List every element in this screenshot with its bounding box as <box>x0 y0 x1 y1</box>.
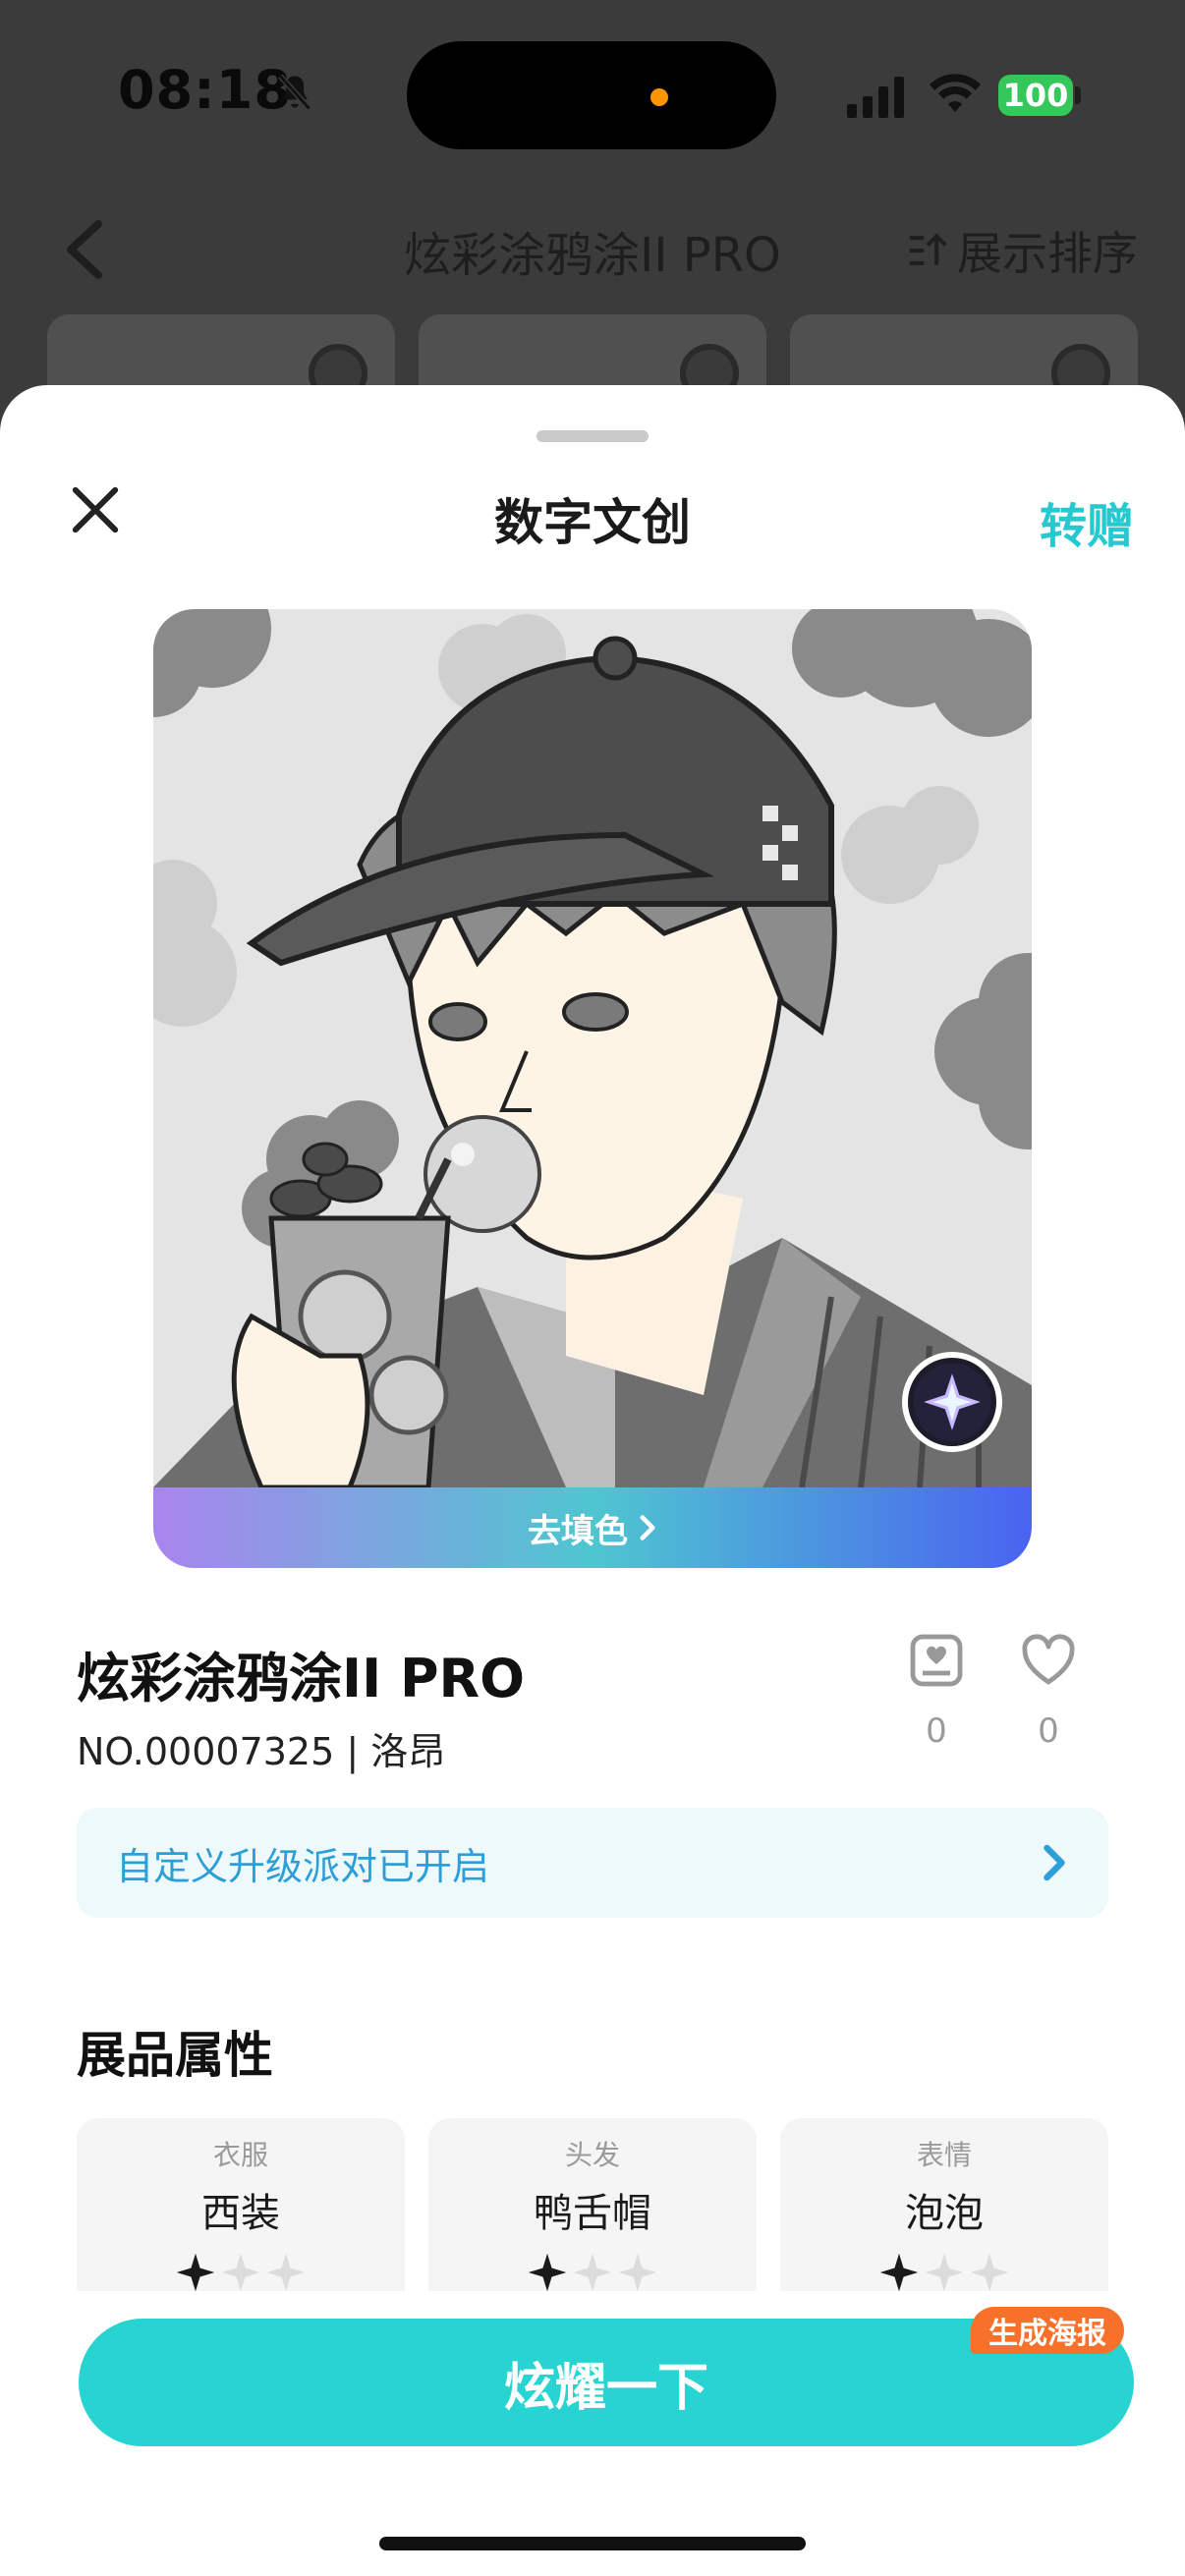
star-icon <box>573 2253 612 2292</box>
attribute-label: 衣服 <box>212 2139 268 2171</box>
like-button[interactable]: 0 <box>1014 1631 1083 1751</box>
star-icon <box>266 2253 306 2292</box>
gift-button[interactable]: 转赠 <box>1040 487 1134 556</box>
collect-icon <box>910 1634 963 1687</box>
battery-indicator: 100 <box>998 75 1073 116</box>
party-banner-text: 自定义升级派对已开启 <box>116 1844 490 1888</box>
attribute-card: 头发 鸭舌帽 <box>428 2118 757 2315</box>
star-icon <box>221 2253 260 2292</box>
collect-button[interactable]: 0 <box>902 1631 971 1751</box>
sparkle-badge-icon <box>902 1352 1002 1452</box>
sort-button[interactable]: 展示排序 <box>906 218 1138 283</box>
generate-poster-tag[interactable]: 生成海报 <box>971 2307 1124 2354</box>
background-thumbnails <box>47 314 1138 413</box>
sort-label: 展示排序 <box>957 227 1138 280</box>
attribute-label: 头发 <box>564 2139 620 2171</box>
signal-icon <box>847 77 904 118</box>
heart-icon <box>1022 1634 1075 1685</box>
privacy-dot <box>650 88 668 106</box>
fill-color-button[interactable]: 去填色 <box>153 1487 1032 1568</box>
attribute-list: 衣服 西装 头发 鸭舌帽 表情 泡泡 <box>77 2118 1108 2315</box>
bell-slash-icon <box>278 74 311 111</box>
sort-icon <box>909 233 947 265</box>
attribute-stars <box>878 2252 1010 2293</box>
detail-sheet: 数字文创 转赠 去填色 炫彩涂鸦涂II PRO NO.00007325 | 洛昂… <box>0 385 1185 2576</box>
attribute-value: 泡泡 <box>905 2191 984 2236</box>
attribute-label: 表情 <box>916 2139 972 2171</box>
star-icon <box>176 2253 215 2292</box>
star-icon <box>970 2253 1009 2292</box>
attribute-card: 表情 泡泡 <box>780 2118 1108 2315</box>
battery-cap <box>1075 86 1081 104</box>
background-header: 炫彩涂鸦涂II PRO 展示排序 <box>0 187 1185 314</box>
item-title: 炫彩涂鸦涂II PRO <box>77 1648 526 1709</box>
home-indicator <box>379 2537 806 2550</box>
attribute-stars <box>175 2252 307 2293</box>
attribute-stars <box>527 2252 658 2293</box>
attribute-card: 衣服 西装 <box>77 2118 405 2315</box>
dynamic-island <box>407 41 776 149</box>
star-icon <box>925 2253 964 2292</box>
fill-color-label: 去填色 <box>528 1511 628 1551</box>
chevron-right-icon <box>1044 1844 1065 1881</box>
star-icon <box>618 2253 657 2292</box>
status-time: 08:18 <box>118 59 292 121</box>
attribute-value: 西装 <box>201 2191 280 2236</box>
collect-count: 0 <box>926 1711 947 1751</box>
artwork-image <box>153 609 1032 1487</box>
artwork-card: 去填色 <box>153 609 1032 1568</box>
party-banner[interactable]: 自定义升级派对已开启 <box>77 1808 1108 1918</box>
like-count: 0 <box>1038 1711 1059 1751</box>
attribute-value: 鸭舌帽 <box>534 2191 651 2236</box>
wifi-icon <box>930 74 981 112</box>
section-title: 展品属性 <box>77 2027 273 2084</box>
star-icon <box>528 2253 567 2292</box>
sheet-grabber[interactable] <box>536 430 649 442</box>
item-number: NO.00007325 | 洛昂 <box>77 1730 446 1773</box>
status-bar: 08:18 100 <box>0 0 1185 187</box>
star-icon <box>879 2253 919 2292</box>
sheet-title: 数字文创 <box>494 494 691 551</box>
chevron-right-icon <box>640 1515 655 1540</box>
